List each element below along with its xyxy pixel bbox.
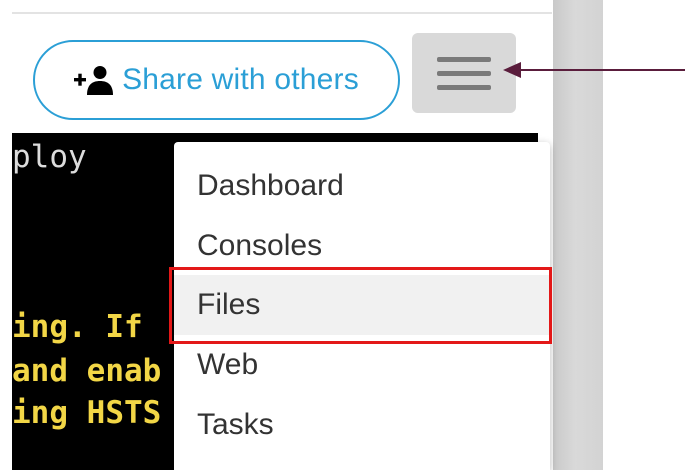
menu-item-consoles[interactable]: Consoles bbox=[174, 216, 550, 276]
hamburger-menu-button[interactable] bbox=[412, 33, 516, 113]
terminal-line: and enab bbox=[12, 353, 162, 389]
menu-item-web[interactable]: Web bbox=[174, 335, 550, 395]
terminal-line: ing HSTS bbox=[12, 395, 162, 431]
terminal-line: ploy bbox=[12, 139, 87, 175]
menu-item-tasks[interactable]: Tasks bbox=[174, 395, 550, 455]
hamburger-bar bbox=[437, 85, 491, 90]
hamburger-menu-icon bbox=[437, 57, 491, 62]
terminal-line: ing. If bbox=[12, 309, 143, 345]
navigation-dropdown-menu: Dashboard Consoles Files Web Tasks bbox=[174, 142, 550, 470]
share-button-label: Share with others bbox=[122, 63, 359, 96]
menu-item-dashboard[interactable]: Dashboard bbox=[174, 156, 550, 216]
menu-item-files[interactable]: Files bbox=[174, 275, 550, 335]
top-divider bbox=[12, 12, 552, 14]
add-person-icon bbox=[74, 66, 114, 95]
annotation-arrow bbox=[503, 62, 685, 78]
hamburger-bar bbox=[437, 71, 491, 76]
share-with-others-button[interactable]: Share with others bbox=[33, 40, 400, 120]
